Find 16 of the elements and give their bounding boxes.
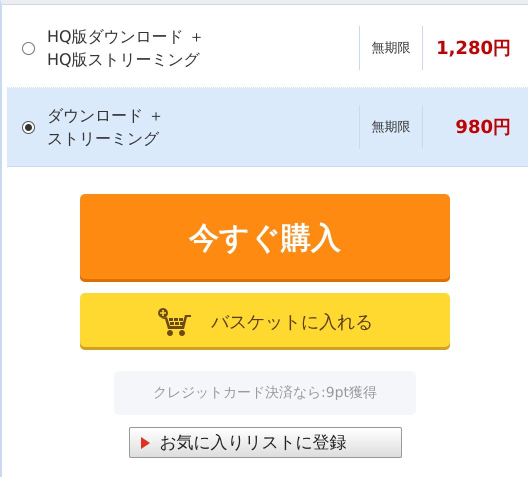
cart-plus-icon	[157, 306, 193, 336]
price-label: 1,280円	[435, 37, 512, 60]
add-to-favorites-button[interactable]: お気に入りリストに登録	[128, 427, 402, 458]
radio-button[interactable]	[22, 120, 35, 134]
add-to-basket-button[interactable]: バスケットに入れる	[80, 293, 450, 350]
option-label: ダウンロード ＋	[47, 105, 164, 127]
points-note: クレジットカード決済なら:9pt獲得	[114, 371, 416, 415]
option-label: HQ版ダウンロード ＋	[47, 26, 205, 48]
price-label: 980円	[454, 116, 512, 139]
period-label: 無期限	[359, 105, 423, 149]
play-arrow-icon	[140, 436, 150, 448]
period-label: 無期限	[359, 26, 423, 70]
option-row[interactable]: ダウンロード ＋ ストリーミング 無期限 980円	[7, 88, 528, 167]
option-label: HQ版ストリーミング	[47, 49, 200, 71]
option-label: ストリーミング	[47, 128, 159, 150]
radio-button[interactable]	[22, 42, 35, 54]
